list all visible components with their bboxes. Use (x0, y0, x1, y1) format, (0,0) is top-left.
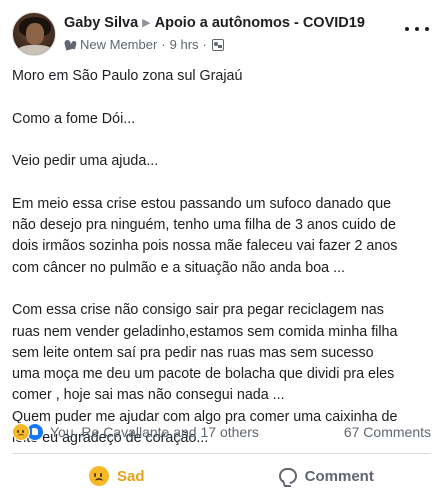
new-member-icon (64, 39, 78, 51)
more-options-icon[interactable] (405, 20, 429, 38)
post-text-line: Em meio essa crise estou passando um suf… (12, 195, 392, 212)
post-text-line: Moro em São Paulo zona sul Grajaú (12, 68, 243, 84)
post-stats: You, Re Cavallante and 17 others 67 Comm… (12, 420, 431, 444)
post-time[interactable]: 9 hrs (170, 37, 199, 52)
separator-dot: · (202, 37, 207, 52)
divider (12, 453, 431, 454)
reaction-button[interactable]: Sad (12, 456, 222, 496)
sad-icon (88, 466, 109, 486)
post-text-line: Veio pedir uma ajuda... (12, 153, 159, 170)
comment-icon (278, 468, 297, 484)
post-text-line: uma moça me deu um pacote de bolacha que… (12, 366, 395, 383)
comments-count[interactable]: 67 Comments (344, 424, 431, 440)
post-text-line: ruas nem vender geladinho,estamos sem co… (12, 323, 398, 340)
comment-button[interactable]: Comment (222, 456, 432, 496)
post-text-line: com câncer no pulmão e a situação não an… (12, 259, 346, 276)
post-text-line: Como a fome Dói... (12, 110, 136, 127)
post-meta: New Member · 9 hrs · (64, 37, 224, 52)
post-header: Gaby Silva ▶ Apoio a autônomos - COVID19 N… (12, 12, 431, 58)
group-icon (211, 38, 224, 51)
reaction-label: Sad (116, 467, 145, 485)
post-text-line: dois irmãos sozinha pois nossa mãe falec… (12, 238, 398, 255)
post-text-line: comer , hoje sai mas não consegui nada .… (12, 387, 285, 404)
author-avatar[interactable] (12, 12, 56, 56)
reactions-text: You, Re Cavallante and 17 others (50, 424, 259, 440)
action-bar: Sad Comment (12, 456, 431, 496)
post-text-line: não desejo pra ninguém, tenho uma filha … (12, 217, 396, 234)
group-name[interactable]: Apoio a autônomos - COVID19 (155, 15, 365, 31)
post-text-line: sem leite ontem saí pra pedir nas ruas m… (12, 344, 374, 361)
post-content: Moro em São Paulo zona sul Grajaú Como a … (12, 66, 434, 449)
sad-reaction-icon (12, 423, 30, 441)
separator-dot: · (161, 37, 166, 52)
post-title-line: Gaby Silva ▶ Apoio a autônomos - COVID19 (64, 15, 365, 31)
post-card: Gaby Silva ▶ Apoio a autônomos - COVID19 N… (0, 0, 443, 500)
author-name[interactable]: Gaby Silva (64, 15, 138, 31)
comment-label: Comment (304, 467, 374, 485)
member-badge: New Member (80, 37, 158, 52)
post-text-line: Com essa crise não consigo sair pra pega… (12, 302, 384, 319)
reactions-summary[interactable]: You, Re Cavallante and 17 others (12, 423, 259, 441)
arrow-right-icon: ▶ (142, 17, 151, 29)
